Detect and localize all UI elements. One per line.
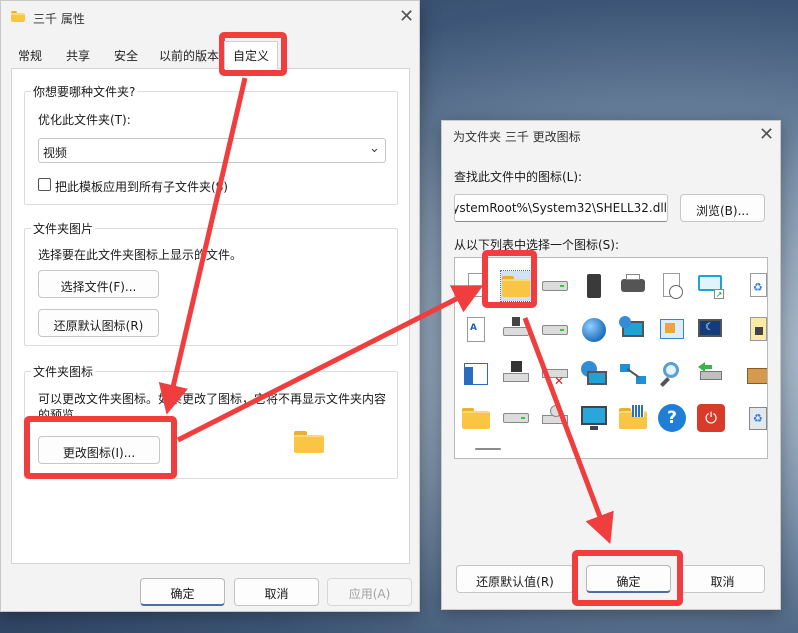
- search-icon[interactable]: [657, 359, 687, 389]
- apply-button[interactable]: 应用(A): [327, 578, 412, 606]
- horizontal-scrollbar[interactable]: [475, 448, 501, 450]
- cancel-button[interactable]: 取消: [234, 578, 319, 606]
- box-icon[interactable]: [743, 359, 767, 389]
- cd-drive-icon[interactable]: [540, 403, 570, 433]
- change-icon-dialog: 为文件夹 三千 更改图标 ✕ 查找此文件中的图标(L): SystemRoot%…: [441, 120, 781, 610]
- apply-template-checkbox[interactable]: [38, 178, 51, 191]
- dialog-ok-button[interactable]: 确定: [586, 565, 671, 593]
- folder-icon-description: 可以更改文件夹图标。如果更改了图标，它将不再显示文件夹内容: [38, 392, 387, 406]
- restore-default-button[interactable]: 还原默认值(R): [456, 565, 574, 593]
- control-panel-icon[interactable]: [657, 315, 687, 345]
- drive-icon[interactable]: [501, 403, 531, 433]
- grid-folder-icon[interactable]: [618, 403, 648, 433]
- monitor-icon[interactable]: [579, 403, 609, 433]
- drive-disk-icon[interactable]: [501, 359, 531, 389]
- optimize-select[interactable]: 视频 ⌄: [38, 138, 386, 163]
- tab-customize[interactable]: 自定义: [224, 41, 278, 69]
- folder-picture-group-title: 文件夹图片: [31, 220, 96, 237]
- usb-icon[interactable]: [696, 359, 726, 389]
- dialog-cancel-button[interactable]: 取消: [680, 565, 765, 593]
- choose-file-button[interactable]: 选择文件(F)...: [38, 270, 159, 298]
- icon-list-label: 从以下列表中选择一个图标(S):: [454, 238, 620, 252]
- properties-window: 三千 属性 ✕ 常规 共享 安全 以前的版本 自定义 你想要哪种文件夹? 优化此…: [0, 0, 420, 612]
- folder-icon-group-title: 文件夹图标: [31, 363, 96, 380]
- window-icon[interactable]: [461, 359, 491, 389]
- window-title: 三千 属性: [33, 12, 85, 26]
- tab-general[interactable]: 常规: [15, 44, 45, 66]
- recycle-bin-icon[interactable]: ♻: [743, 403, 767, 433]
- icon-file-path-input[interactable]: SystemRoot%\System32\SHELL32.dll: [454, 194, 668, 222]
- lock-document-icon[interactable]: [743, 315, 767, 345]
- change-icon-button[interactable]: 更改图标(I)...: [38, 436, 160, 464]
- optimize-label: 优化此文件夹(T):: [38, 113, 131, 127]
- network-globe-icon[interactable]: [579, 359, 609, 389]
- drive-icon[interactable]: [540, 315, 570, 345]
- drive-icon[interactable]: [540, 271, 570, 301]
- clock-document-icon[interactable]: [657, 271, 687, 301]
- monitor-shortcut-icon[interactable]: ↗: [696, 271, 726, 301]
- folder-icon[interactable]: [461, 403, 491, 433]
- close-button[interactable]: ✕: [399, 8, 414, 26]
- folder-icon: [11, 11, 25, 22]
- tab-sharing[interactable]: 共享: [63, 44, 93, 66]
- ok-button[interactable]: 确定: [140, 578, 225, 606]
- apply-template-label: 把此模板应用到所有子文件夹(S): [55, 180, 228, 194]
- folder-icon-description-2: 的预览。: [38, 408, 87, 422]
- folder-preview-icon: [294, 431, 324, 453]
- tab-previous-versions[interactable]: 以前的版本: [159, 44, 219, 66]
- globe-icon[interactable]: [579, 315, 609, 345]
- network-connect-icon[interactable]: [618, 359, 648, 389]
- drive-error-icon[interactable]: ✕: [540, 359, 570, 389]
- folder-picture-description: 选择要在此文件夹图标上显示的文件。: [38, 248, 243, 262]
- help-icon[interactable]: ?: [657, 403, 687, 433]
- network-drive-icon[interactable]: [501, 315, 531, 345]
- blank-document-icon[interactable]: [461, 271, 491, 301]
- moon-monitor-icon[interactable]: ☾: [696, 315, 726, 345]
- printer-icon[interactable]: [618, 271, 648, 301]
- chip-icon[interactable]: [579, 271, 609, 301]
- network-monitor-icon[interactable]: [618, 315, 648, 345]
- recycle-document-icon[interactable]: ♻: [743, 271, 767, 301]
- tab-security[interactable]: 安全: [111, 44, 141, 66]
- restore-default-icon-button[interactable]: 还原默认图标(R): [38, 309, 159, 337]
- dialog-title: 为文件夹 三千 更改图标: [453, 130, 581, 144]
- optimize-select-value: 视频: [43, 146, 68, 160]
- search-file-label: 查找此文件中的图标(L):: [454, 170, 583, 184]
- power-icon[interactable]: ⏻: [696, 403, 726, 433]
- chevron-down-icon: ⌄: [369, 141, 380, 156]
- icon-list[interactable]: ↗ ♻ A ☾ ✕? ⏻ ♻: [454, 257, 768, 459]
- text-document-icon[interactable]: A: [461, 315, 491, 345]
- folder-type-group-title: 你想要哪种文件夹?: [31, 83, 138, 100]
- dialog-close-button[interactable]: ✕: [759, 126, 774, 144]
- browse-button[interactable]: 浏览(B)...: [680, 194, 765, 222]
- folder-icon[interactable]: [500, 270, 532, 302]
